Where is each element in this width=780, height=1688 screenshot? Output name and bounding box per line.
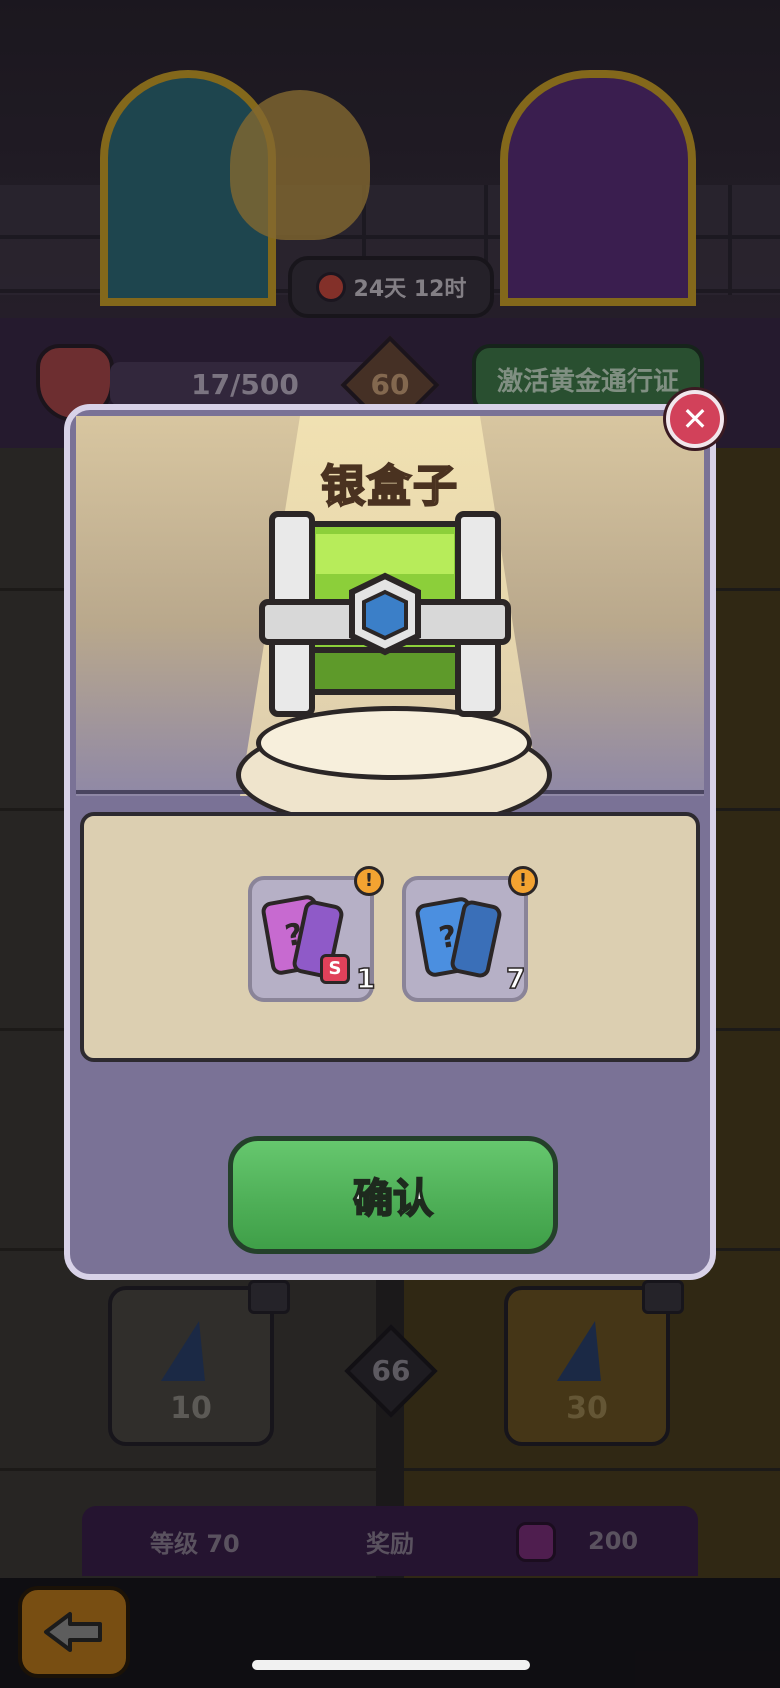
dialog-title: 银盒子: [70, 450, 710, 514]
home-indicator[interactable]: [252, 1660, 530, 1670]
item-count: 1: [355, 961, 376, 996]
s-rank-badge: S: [320, 954, 350, 984]
alert-icon: !: [508, 866, 538, 896]
item-count: 7: [505, 961, 526, 996]
close-icon: ✕: [681, 400, 709, 438]
s-rank-text: S: [328, 958, 342, 979]
alert-symbol: !: [518, 870, 528, 891]
alert-symbol: !: [364, 870, 374, 891]
confirm-button[interactable]: 确认: [228, 1136, 558, 1254]
confirm-label: 确认: [352, 1175, 434, 1223]
alert-icon: !: [354, 866, 384, 896]
dialog-title-text: 银盒子: [320, 460, 459, 513]
reward-item[interactable]: ? 7: [402, 876, 528, 1002]
close-button[interactable]: ✕: [666, 390, 724, 448]
reward-item[interactable]: ? S 1: [248, 876, 376, 1002]
silver-chest-icon: [259, 511, 511, 717]
reward-panel: ? S 1 ! ? 7 !: [80, 812, 700, 1062]
silver-box-dialog: 银盒子 ? S 1 ! ? 7 ! 确认: [64, 404, 716, 1280]
